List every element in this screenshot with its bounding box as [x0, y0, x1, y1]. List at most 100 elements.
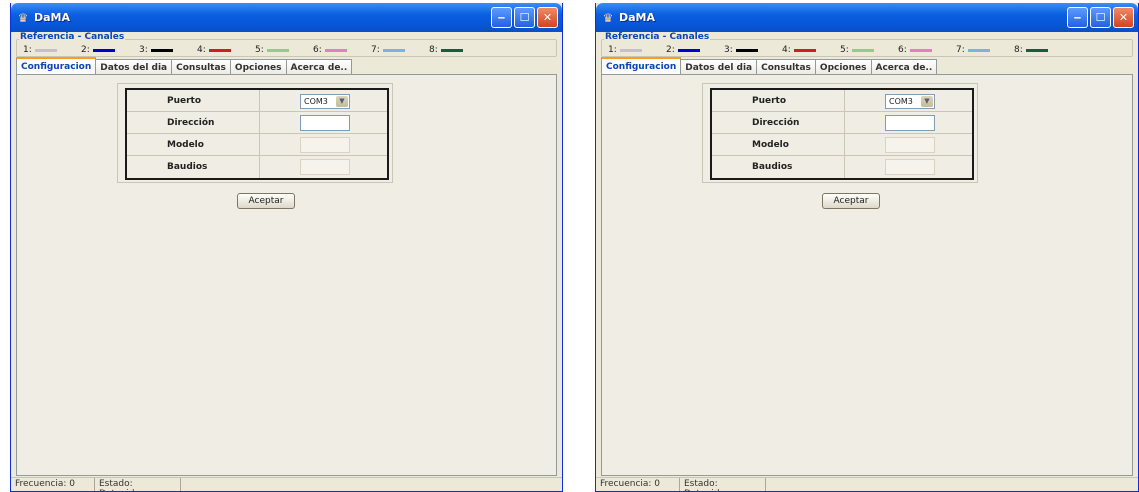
row-puerto: Puerto COM3 ▼ [127, 90, 387, 112]
channel-label: 4: [782, 45, 791, 55]
channel-label: 8: [429, 45, 438, 55]
title-bar[interactable]: ♛ DaMA ‒ ☐ ✕ [596, 3, 1138, 32]
minimize-button[interactable]: ‒ [491, 7, 512, 28]
tab-opciones[interactable]: Opciones [229, 59, 287, 74]
row-direccion: Dirección [712, 112, 972, 134]
puerto-label: Puerto [167, 95, 202, 106]
channel-list: 1: 2: 3: 4: 5: 6: 7: 8: [608, 45, 1072, 55]
status-estado: Estado: Detenido [95, 478, 181, 491]
channel-5: 5: [255, 45, 313, 55]
puerto-label: Puerto [752, 95, 787, 106]
channel-line [967, 48, 990, 52]
close-button[interactable]: ✕ [537, 7, 558, 28]
channel-7: 7: [371, 45, 429, 55]
channel-1: 1: [608, 45, 666, 55]
baudios-cell [259, 156, 389, 178]
chevron-down-icon[interactable]: ▼ [336, 96, 348, 107]
tab-opciones[interactable]: Opciones [814, 59, 872, 74]
window-title: DaMA [34, 11, 71, 24]
maximize-button[interactable]: ☐ [1090, 7, 1111, 28]
direccion-label: Dirección [167, 117, 215, 128]
channel-6: 6: [313, 45, 371, 55]
puerto-cell: COM3 ▼ [259, 90, 389, 111]
channel-label: 1: [23, 45, 32, 55]
tab-configuracion[interactable]: Configuracion [16, 57, 97, 74]
tab-consultas[interactable]: Consultas [756, 59, 816, 74]
channel-4: 4: [782, 45, 840, 55]
channel-label: 2: [666, 45, 675, 55]
aceptar-button[interactable]: Aceptar [822, 193, 880, 209]
status-estado: Estado: Detenido [680, 478, 766, 491]
direccion-cell [844, 112, 974, 133]
row-baudios: Baudios [712, 156, 972, 178]
direccion-input[interactable] [300, 115, 350, 131]
modelo-input [300, 137, 350, 153]
channel-label: 7: [956, 45, 965, 55]
modelo-cell [844, 134, 974, 155]
legend-title: Referencia - Canales [604, 32, 711, 42]
config-form-box: Puerto COM3 ▼ Dirección Modelo Baudios [702, 83, 978, 183]
status-frecuencia: Frecuencia: 0 [11, 478, 95, 491]
channel-label: 6: [898, 45, 907, 55]
channel-line [208, 48, 231, 52]
modelo-cell [259, 134, 389, 155]
direccion-cell [259, 112, 389, 133]
row-baudios: Baudios [127, 156, 387, 178]
channel-label: 5: [840, 45, 849, 55]
tab-configuracion[interactable]: Configuracion [601, 57, 682, 74]
channel-3: 3: [139, 45, 197, 55]
channel-label: 1: [608, 45, 617, 55]
channel-2: 2: [666, 45, 724, 55]
channel-line [735, 48, 758, 52]
row-puerto: Puerto COM3 ▼ [712, 90, 972, 112]
maximize-button[interactable]: ☐ [514, 7, 535, 28]
channel-line [793, 48, 816, 52]
app-window-right: ♛ DaMA ‒ ☐ ✕ Referencia - Canales 1: 2: … [595, 3, 1139, 492]
puerto-select[interactable]: COM3 ▼ [300, 94, 350, 109]
channel-line [34, 48, 57, 52]
config-form-table: Puerto COM3 ▼ Dirección Modelo Baudios [710, 88, 974, 180]
chevron-down-icon[interactable]: ▼ [921, 96, 933, 107]
channel-list: 1: 2: 3: 4: 5: 6: 7: 8: [23, 45, 487, 55]
channel-line [909, 48, 932, 52]
row-modelo: Modelo [127, 134, 387, 156]
channel-legend: Referencia - Canales 1: 2: 3: 4: 5: 6: 7… [601, 32, 1133, 57]
title-bar[interactable]: ♛ DaMA ‒ ☐ ✕ [11, 3, 562, 32]
configuracion-panel: Puerto COM3 ▼ Dirección Modelo Baudios A… [601, 74, 1133, 476]
app-window-left: ♛ DaMA ‒ ☐ ✕ Referencia - Canales 1: 2: … [10, 3, 563, 492]
aceptar-button[interactable]: Aceptar [237, 193, 295, 209]
puerto-select-value: COM3 [889, 97, 913, 106]
channel-line [92, 48, 115, 52]
app-icon: ♛ [602, 10, 614, 25]
channel-2: 2: [81, 45, 139, 55]
puerto-select-value: COM3 [304, 97, 328, 106]
puerto-select[interactable]: COM3 ▼ [885, 94, 935, 109]
tab-datos-del-dia[interactable]: Datos del dia [95, 59, 173, 74]
minimize-button[interactable]: ‒ [1067, 7, 1088, 28]
direccion-label: Dirección [752, 117, 800, 128]
channel-line [619, 48, 642, 52]
baudios-input [885, 159, 935, 175]
direccion-input[interactable] [885, 115, 935, 131]
app-icon: ♛ [17, 10, 29, 25]
channel-label: 5: [255, 45, 264, 55]
status-frecuencia: Frecuencia: 0 [596, 478, 680, 491]
tab-bar: Configuracion Datos del dia Consultas Op… [601, 57, 938, 74]
modelo-label: Modelo [752, 139, 789, 150]
channel-line [851, 48, 874, 52]
channel-line [150, 48, 173, 52]
channel-legend: Referencia - Canales 1: 2: 3: 4: 5: 6: 7… [16, 32, 557, 57]
tab-datos-del-dia[interactable]: Datos del dia [680, 59, 758, 74]
channel-line [382, 48, 405, 52]
channel-3: 3: [724, 45, 782, 55]
modelo-input [885, 137, 935, 153]
status-bar: Frecuencia: 0 Estado: Detenido [11, 477, 562, 491]
channel-line [266, 48, 289, 52]
close-button[interactable]: ✕ [1113, 7, 1134, 28]
channel-4: 4: [197, 45, 255, 55]
tab-acerca-de[interactable]: Acerca de.. [285, 59, 353, 74]
tab-acerca-de[interactable]: Acerca de.. [870, 59, 938, 74]
tab-consultas[interactable]: Consultas [171, 59, 231, 74]
channel-1: 1: [23, 45, 81, 55]
channel-label: 3: [139, 45, 148, 55]
